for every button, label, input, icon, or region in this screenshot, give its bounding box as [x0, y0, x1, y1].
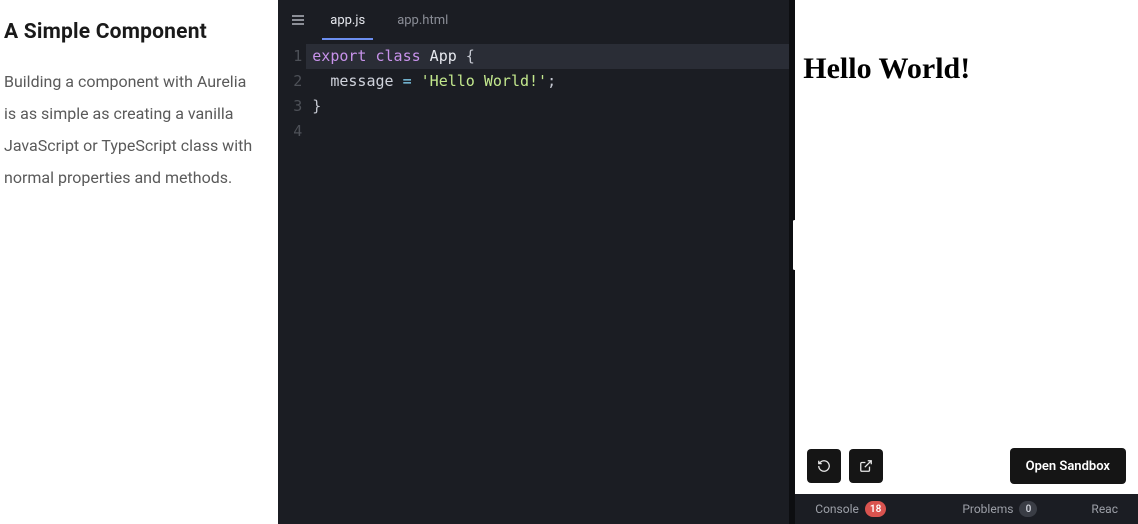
code-editor[interactable]: 1 2 3 4 export class App { message = 'He…	[278, 40, 789, 524]
code-line: export class App {	[306, 44, 789, 69]
tab-app-js[interactable]: app.js	[314, 0, 381, 40]
doc-panel: A Simple Component Building a component …	[0, 0, 278, 524]
menu-icon[interactable]	[282, 0, 314, 40]
preview-output: Hello World!	[795, 40, 1138, 438]
code-line: message = 'Hello World!';	[306, 69, 789, 94]
code-sandbox: app.js app.html 1 2 3 4 export class App…	[278, 0, 1138, 524]
tab-app-html[interactable]: app.html	[381, 0, 464, 40]
line-number: 3	[278, 94, 302, 119]
code-lines: export class App { message = 'Hello Worl…	[306, 44, 789, 524]
tab-label: app.js	[330, 13, 365, 28]
tab-label: app.html	[397, 13, 448, 28]
line-number: 1	[278, 44, 302, 69]
bottom-bar: Console 18 Problems 0 Reac	[795, 494, 1138, 524]
react-tab[interactable]: Reac	[1079, 494, 1130, 524]
line-number: 4	[278, 119, 302, 144]
line-number: 2	[278, 69, 302, 94]
console-tab[interactable]: Console 18	[803, 494, 898, 524]
problems-label: Problems	[962, 502, 1013, 516]
console-count-badge: 18	[865, 501, 886, 517]
pane-divider[interactable]	[789, 0, 795, 524]
console-label: Console	[815, 502, 859, 516]
doc-title: A Simple Component	[4, 20, 254, 44]
code-line	[306, 119, 789, 144]
open-sandbox-button[interactable]: Open Sandbox	[1010, 448, 1126, 484]
refresh-button[interactable]	[807, 449, 841, 483]
code-line: }	[306, 94, 789, 119]
preview-heading: Hello World!	[803, 52, 970, 85]
open-new-window-button[interactable]	[849, 449, 883, 483]
problems-count-badge: 0	[1019, 501, 1037, 517]
preview-column: Hello World! Open Sandbox Console 18 Pro…	[795, 0, 1138, 524]
editor-column: app.js app.html 1 2 3 4 export class App…	[278, 0, 789, 524]
doc-description: Building a component with Aurelia is as …	[4, 66, 254, 194]
line-gutter: 1 2 3 4	[278, 44, 306, 524]
problems-tab[interactable]: Problems 0	[950, 494, 1049, 524]
react-label: Reac	[1091, 502, 1118, 516]
editor-tab-bar: app.js app.html	[278, 0, 789, 40]
open-sandbox-label: Open Sandbox	[1026, 459, 1110, 474]
preview-toolbar: Open Sandbox	[795, 438, 1138, 494]
